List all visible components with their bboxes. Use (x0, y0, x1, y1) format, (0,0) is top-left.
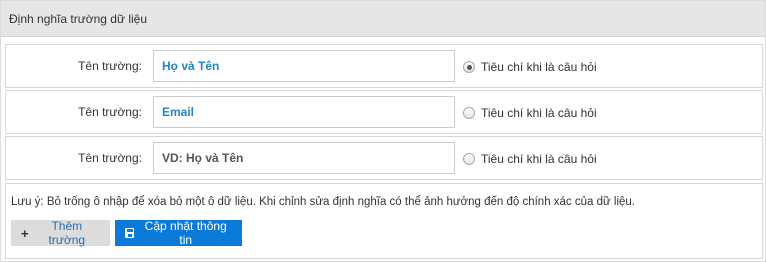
field-label: Tên trường: (78, 59, 142, 73)
field-row-2: Tên trường: Tiêu chí khi là câu hỏi (5, 90, 763, 134)
save-icon (125, 228, 135, 238)
panel-header: Định nghĩa trường dữ liệu (1, 1, 765, 37)
question-criteria-radio-3[interactable] (463, 153, 475, 165)
field-row-1: Tên trường: Tiêu chí khi là câu hỏi (5, 44, 763, 88)
add-field-button[interactable]: + Thêm trường (11, 219, 110, 247)
note-text: Lưu ý: Bỏ trống ô nhập để xóa bỏ một ô d… (11, 196, 635, 208)
add-field-label: Thêm trường (48, 219, 86, 247)
field-name-input-3[interactable] (153, 142, 455, 174)
field-definition-panel: Định nghĩa trường dữ liệu Tên trường: Ti… (0, 0, 766, 262)
plus-icon: + (21, 225, 29, 241)
update-info-button[interactable]: Cập nhật thông tin (115, 219, 242, 247)
field-row-3: Tên trường: Tiêu chí khi là câu hỏi (5, 136, 763, 180)
field-label: Tên trường: (78, 105, 142, 119)
note-section: Lưu ý: Bỏ trống ô nhập để xóa bỏ một ô d… (5, 183, 763, 259)
question-criteria-radio-2[interactable] (463, 107, 475, 119)
question-criteria-radio-1[interactable] (463, 61, 475, 73)
question-criteria-label-1[interactable]: Tiêu chí khi là câu hỏi (481, 60, 597, 74)
field-name-input-1[interactable] (153, 50, 455, 82)
field-label: Tên trường: (78, 151, 142, 165)
panel-title: Định nghĩa trường dữ liệu (9, 12, 148, 26)
question-criteria-label-2[interactable]: Tiêu chí khi là câu hỏi (481, 106, 597, 120)
question-criteria-label-3[interactable]: Tiêu chí khi là câu hỏi (481, 152, 597, 166)
field-name-input-2[interactable] (153, 96, 455, 128)
update-info-label: Cập nhật thông tin (144, 219, 227, 247)
